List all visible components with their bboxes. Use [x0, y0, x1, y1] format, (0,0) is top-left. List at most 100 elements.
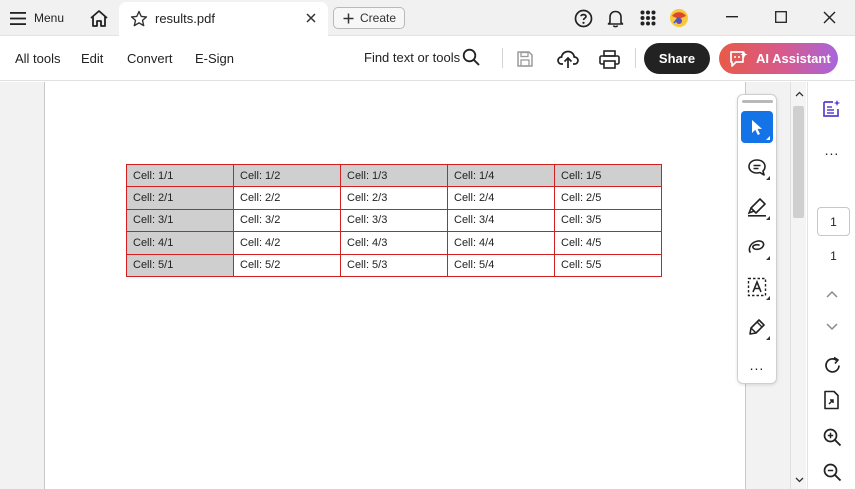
- table-cell: Cell: 1/5: [554, 163, 662, 188]
- table-cell: Cell: 4/5: [554, 231, 662, 255]
- pdf-table: Cell: 1/1 Cell: 1/2 Cell: 1/3 Cell: 1/4 Cell…: [126, 163, 662, 277]
- create-button[interactable]: Create: [333, 7, 405, 29]
- hamburger-icon: [10, 11, 26, 25]
- more-tools-button[interactable]: ...: [741, 349, 773, 381]
- table-cell: Cell: 5/1: [126, 253, 234, 277]
- submenu-indicator: [766, 256, 770, 260]
- upload-cloud-button[interactable]: [556, 47, 580, 71]
- home-button[interactable]: [86, 5, 112, 31]
- rail-drag-handle[interactable]: [742, 100, 773, 103]
- submenu-indicator: [766, 296, 770, 300]
- search-icon[interactable]: [462, 48, 481, 67]
- zoom-out-button[interactable]: [820, 460, 844, 484]
- table-cell: Cell: 3/5: [554, 208, 662, 233]
- previous-page-button[interactable]: [820, 282, 844, 306]
- submenu-indicator: [766, 336, 770, 340]
- menu-label: Menu: [34, 11, 65, 25]
- table-cell: Cell: 1/2: [233, 163, 341, 188]
- table-cell: Cell: 2/3: [340, 186, 448, 210]
- select-tool-button[interactable]: [741, 111, 773, 143]
- minimize-button[interactable]: [718, 4, 746, 30]
- scrollbar-thumb[interactable]: [793, 106, 804, 218]
- printer-icon: [598, 49, 620, 69]
- chevron-down-icon: [795, 477, 803, 483]
- draw-tool-button[interactable]: [741, 231, 773, 263]
- help-button[interactable]: [571, 6, 595, 30]
- table-cell: Cell: 3/4: [447, 208, 555, 233]
- chevron-up-icon: [826, 290, 838, 298]
- next-page-button[interactable]: [820, 315, 844, 339]
- page-extract-icon: [824, 390, 839, 410]
- panel-more-button[interactable]: ...: [820, 138, 844, 162]
- table-cell: Cell: 1/3: [340, 163, 448, 188]
- table-cell: Cell: 2/2: [233, 186, 341, 210]
- chevron-down-icon: [826, 323, 838, 331]
- rotate-button[interactable]: [820, 353, 844, 377]
- convert-menu[interactable]: Convert: [127, 51, 173, 66]
- comment-tool-button[interactable]: [741, 151, 773, 183]
- current-page-input[interactable]: 1: [817, 207, 850, 236]
- table-cell: Cell: 2/4: [447, 186, 555, 210]
- plus-icon: [343, 13, 354, 23]
- table-row: Cell: 4/1 Cell: 4/2 Cell: 4/3 Cell: 4/4 Cell…: [126, 231, 662, 255]
- total-pages: 1: [830, 249, 837, 263]
- zoom-in-button[interactable]: [820, 425, 844, 449]
- maximize-icon: [775, 11, 787, 23]
- table-row: Cell: 2/1 Cell: 2/2 Cell: 2/3 Cell: 2/4 Cell…: [126, 186, 662, 210]
- scroll-down-arrow[interactable]: [794, 475, 804, 485]
- table-cell: Cell: 3/1: [126, 208, 234, 233]
- notifications-button[interactable]: [603, 6, 627, 30]
- scroll-up-arrow[interactable]: [794, 89, 804, 99]
- ai-assistant-button[interactable]: AI Assistant: [719, 43, 838, 74]
- table-cell: Cell: 4/3: [340, 231, 448, 255]
- rotate-icon: [824, 356, 840, 373]
- apps-button[interactable]: [636, 6, 660, 30]
- star-icon[interactable]: [130, 10, 148, 28]
- vertical-scrollbar[interactable]: [790, 82, 806, 489]
- sign-pen-icon: [749, 319, 765, 335]
- table-cell: Cell: 1/1: [126, 163, 234, 188]
- text-recognition-button[interactable]: [741, 271, 773, 303]
- apps-grid-icon: [640, 10, 656, 26]
- table-cell: Cell: 2/5: [554, 186, 662, 210]
- document-tab[interactable]: results.pdf: [119, 2, 328, 36]
- title-tab-bar: Menu results.pdf Create: [0, 0, 855, 36]
- table-cell: Cell: 4/2: [233, 231, 341, 255]
- edit-menu[interactable]: Edit: [81, 51, 103, 66]
- generative-summary-button[interactable]: [820, 96, 844, 120]
- sign-tool-button[interactable]: [741, 311, 773, 343]
- table-cell: Cell: 3/3: [340, 208, 448, 233]
- highlight-tool-button[interactable]: [741, 191, 773, 223]
- share-button[interactable]: Share: [644, 43, 710, 74]
- ai-assistant-icon: [730, 50, 748, 67]
- submenu-indicator: [766, 176, 770, 180]
- close-window-button[interactable]: [815, 4, 843, 30]
- menu-button[interactable]: Menu: [10, 6, 64, 30]
- home-icon: [90, 9, 108, 27]
- create-label: Create: [360, 11, 397, 25]
- chevron-up-icon: [795, 91, 803, 97]
- find-text-or-tools[interactable]: Find text or tools: [364, 50, 460, 65]
- close-tab-icon[interactable]: [305, 12, 317, 24]
- quick-tools-rail: ...: [737, 94, 777, 384]
- maximize-button[interactable]: [767, 4, 795, 30]
- select-cursor-icon: [752, 119, 762, 135]
- pdf-page[interactable]: [44, 82, 746, 489]
- minimize-icon: [726, 16, 738, 18]
- cloud-upload-icon: [557, 50, 579, 68]
- e-sign-menu[interactable]: E-Sign: [195, 51, 234, 66]
- comment-icon: [748, 158, 766, 176]
- main-toolbar: All tools Edit Convert E-Sign Find text …: [0, 36, 855, 81]
- summary-icon: [823, 99, 841, 117]
- all-tools-menu[interactable]: All tools: [15, 51, 61, 66]
- save-button[interactable]: [513, 47, 537, 71]
- table-cell: Cell: 5/2: [233, 253, 341, 277]
- print-button[interactable]: [597, 47, 621, 71]
- extract-page-button[interactable]: [820, 388, 844, 412]
- table-cell: Cell: 4/1: [126, 231, 234, 255]
- zoom-in-icon: [823, 428, 841, 446]
- help-icon: [574, 9, 592, 27]
- tab-title: results.pdf: [155, 11, 215, 26]
- zoom-out-icon: [823, 463, 841, 481]
- user-avatar[interactable]: [667, 6, 691, 30]
